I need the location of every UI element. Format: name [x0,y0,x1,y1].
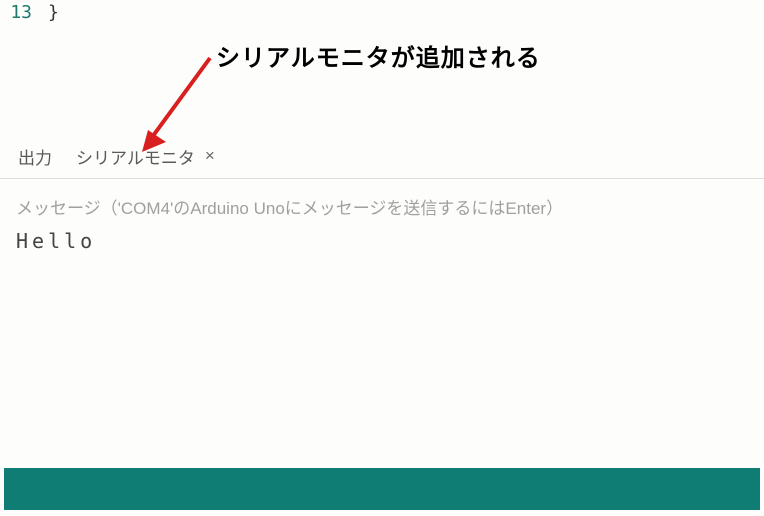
serial-monitor-panel: メッセージ（'COM4'のArduino Unoにメッセージを送信するにはEnt… [0,179,764,253]
message-input-row: メッセージ（'COM4'のArduino Unoにメッセージを送信するにはEnt… [0,179,764,229]
code-editor-area: 13 } シリアルモニタが追加される [0,0,764,134]
tab-output-label: 出力 [18,144,52,169]
status-bar [4,468,760,510]
serial-message-input[interactable]: メッセージ（'COM4'のArduino Unoにメッセージを送信するにはEnt… [16,194,748,219]
code-content: } [48,2,59,23]
close-icon[interactable]: × [205,146,215,166]
line-number: 13 [8,2,48,23]
code-line: 13 } [8,0,764,23]
annotation-text: シリアルモニタが追加される [216,38,541,73]
tab-output[interactable]: 出力 [16,134,54,179]
panel-tabs-bar: 出力 シリアルモニタ × [0,134,764,179]
tab-serial-monitor[interactable]: シリアルモニタ × [74,132,217,179]
tab-serial-monitor-label: シリアルモニタ [76,144,195,169]
serial-output-text: Hello [0,229,764,253]
